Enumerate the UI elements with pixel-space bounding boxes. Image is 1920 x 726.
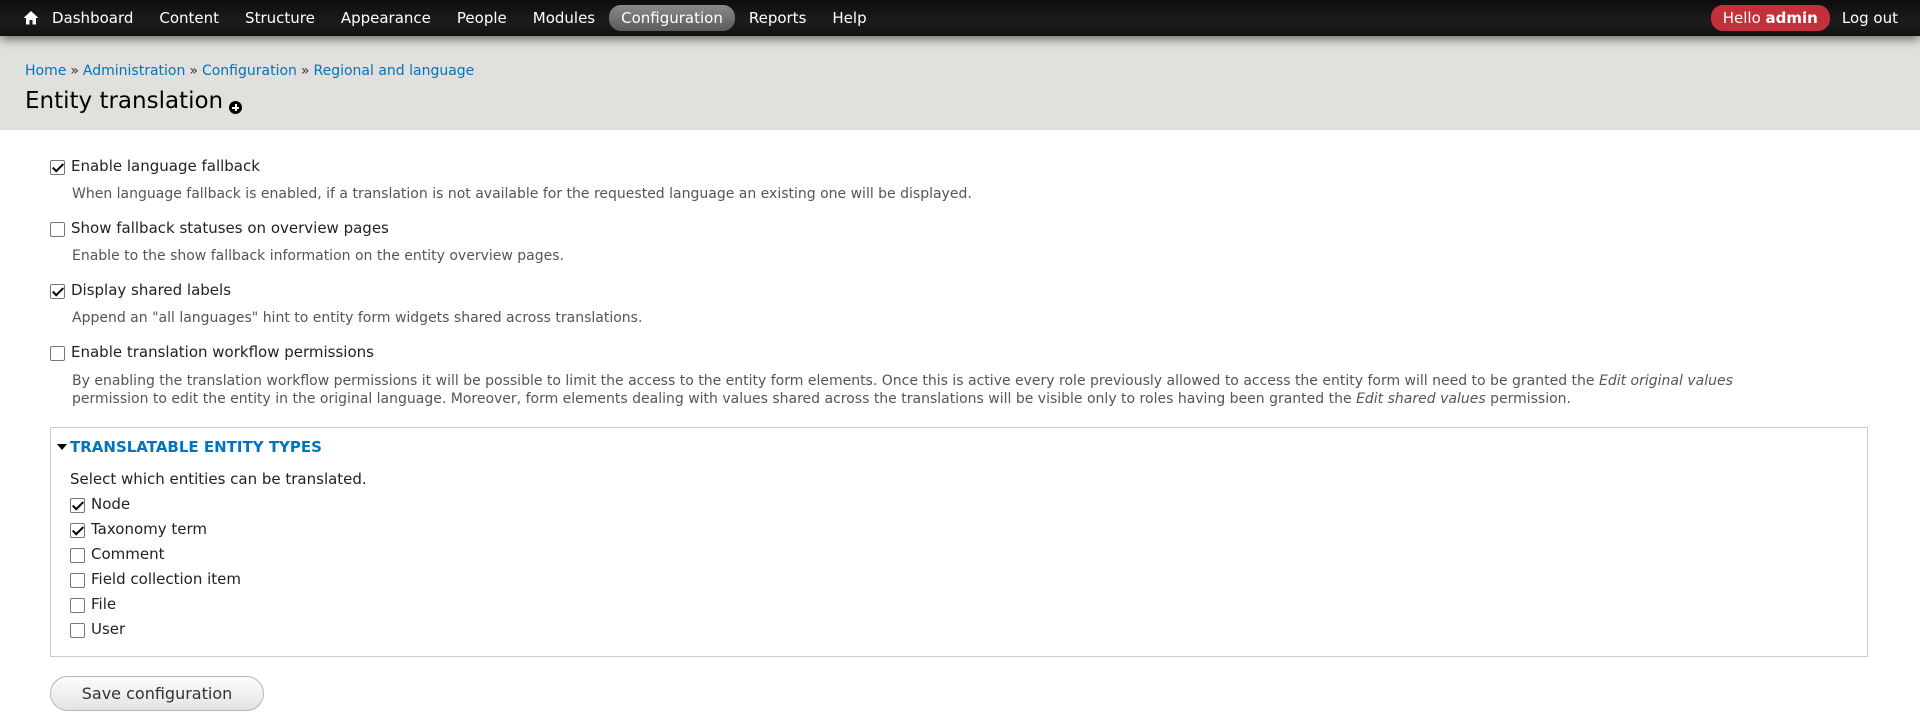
translatable-entity-types-toggle[interactable]: TRANSLATABLE ENTITY TYPES <box>57 438 322 456</box>
entity-file-checkbox[interactable] <box>70 598 85 613</box>
menu-item-appearance[interactable]: Appearance <box>329 5 443 31</box>
display-shared-labels-description: Append an "all languages" hint to entity… <box>72 310 643 326</box>
entity-file-label[interactable]: File <box>91 595 116 613</box>
enable-language-fallback-checkbox[interactable] <box>50 160 65 175</box>
display-shared-labels-label[interactable]: Display shared labels <box>71 281 231 299</box>
menu-item-modules[interactable]: Modules <box>521 5 607 31</box>
entity-taxonomy-term-label[interactable]: Taxonomy term <box>91 520 207 538</box>
entity-user-label[interactable]: User <box>91 620 125 638</box>
username: admin <box>1765 9 1818 27</box>
entity-comment-label[interactable]: Comment <box>91 545 165 563</box>
description-text: permission. <box>1485 391 1571 407</box>
entity-field-collection-item-label[interactable]: Field collection item <box>91 570 241 588</box>
hello-user-badge[interactable]: Hello admin <box>1710 5 1830 31</box>
breadcrumb-configuration[interactable]: Configuration <box>202 63 297 79</box>
admin-toolbar: Dashboard Content Structure Appearance P… <box>0 0 1920 36</box>
breadcrumb-regional-and-language[interactable]: Regional and language <box>313 63 474 79</box>
add-shortcut-icon[interactable] <box>229 101 242 114</box>
logout-link[interactable]: Log out <box>1842 9 1898 27</box>
entity-taxonomy-term-checkbox[interactable] <box>70 523 85 538</box>
fieldset-help-text: Select which entities can be translated. <box>70 470 367 488</box>
toolbar-menu: Dashboard Content Structure Appearance P… <box>52 0 881 36</box>
entity-comment-checkbox[interactable] <box>70 548 85 563</box>
description-text: By enabling the translation workflow per… <box>72 373 1599 389</box>
show-fallback-statuses-checkbox[interactable] <box>50 222 65 237</box>
breadcrumb: Home» Administration» Configuration» Region… <box>25 63 474 79</box>
menu-item-structure[interactable]: Structure <box>233 5 327 31</box>
entity-field-collection-item-checkbox[interactable] <box>70 573 85 588</box>
display-shared-labels-checkbox[interactable] <box>50 284 65 299</box>
translatable-entity-types-fieldset: TRANSLATABLE ENTITY TYPES Select which e… <box>50 427 1868 657</box>
breadcrumb-separator: » <box>70 63 79 79</box>
save-configuration-button[interactable]: Save configuration <box>50 676 264 711</box>
collapse-triangle-icon <box>57 443 67 450</box>
description-emphasis: Edit original values <box>1598 373 1733 389</box>
menu-item-content[interactable]: Content <box>147 5 231 31</box>
page-title: Entity translation <box>25 88 224 114</box>
fieldset-legend: TRANSLATABLE ENTITY TYPES <box>70 438 322 456</box>
menu-item-help[interactable]: Help <box>820 5 878 31</box>
entity-user-checkbox[interactable] <box>70 623 85 638</box>
home-icon[interactable] <box>22 9 40 27</box>
enable-translation-workflow-permissions-description: By enabling the translation workflow per… <box>72 372 1872 408</box>
user-area: Hello admin Log out <box>1710 0 1898 36</box>
hello-prefix: Hello <box>1722 9 1761 27</box>
menu-item-dashboard[interactable]: Dashboard <box>40 5 145 31</box>
page-header <box>0 36 1920 130</box>
entity-node-checkbox[interactable] <box>70 498 85 513</box>
enable-language-fallback-label[interactable]: Enable language fallback <box>71 157 260 175</box>
menu-item-people[interactable]: People <box>445 5 519 31</box>
enable-translation-workflow-permissions-label[interactable]: Enable translation workflow permissions <box>71 343 374 361</box>
breadcrumb-separator: » <box>300 63 310 79</box>
enable-language-fallback-description: When language fallback is enabled, if a … <box>72 186 972 202</box>
breadcrumb-home[interactable]: Home <box>25 63 66 79</box>
show-fallback-statuses-label[interactable]: Show fallback statuses on overview pages <box>71 219 389 237</box>
menu-item-reports[interactable]: Reports <box>737 5 819 31</box>
menu-item-configuration[interactable]: Configuration <box>609 5 735 31</box>
description-emphasis: Edit shared values <box>1356 391 1486 407</box>
show-fallback-statuses-description: Enable to the show fallback information … <box>72 248 564 264</box>
breadcrumb-separator: » <box>189 63 198 79</box>
breadcrumb-administration[interactable]: Administration <box>83 63 185 79</box>
enable-translation-workflow-permissions-checkbox[interactable] <box>50 346 65 361</box>
description-text: permission to edit the entity in the ori… <box>72 391 1357 407</box>
entity-node-label[interactable]: Node <box>91 495 130 513</box>
